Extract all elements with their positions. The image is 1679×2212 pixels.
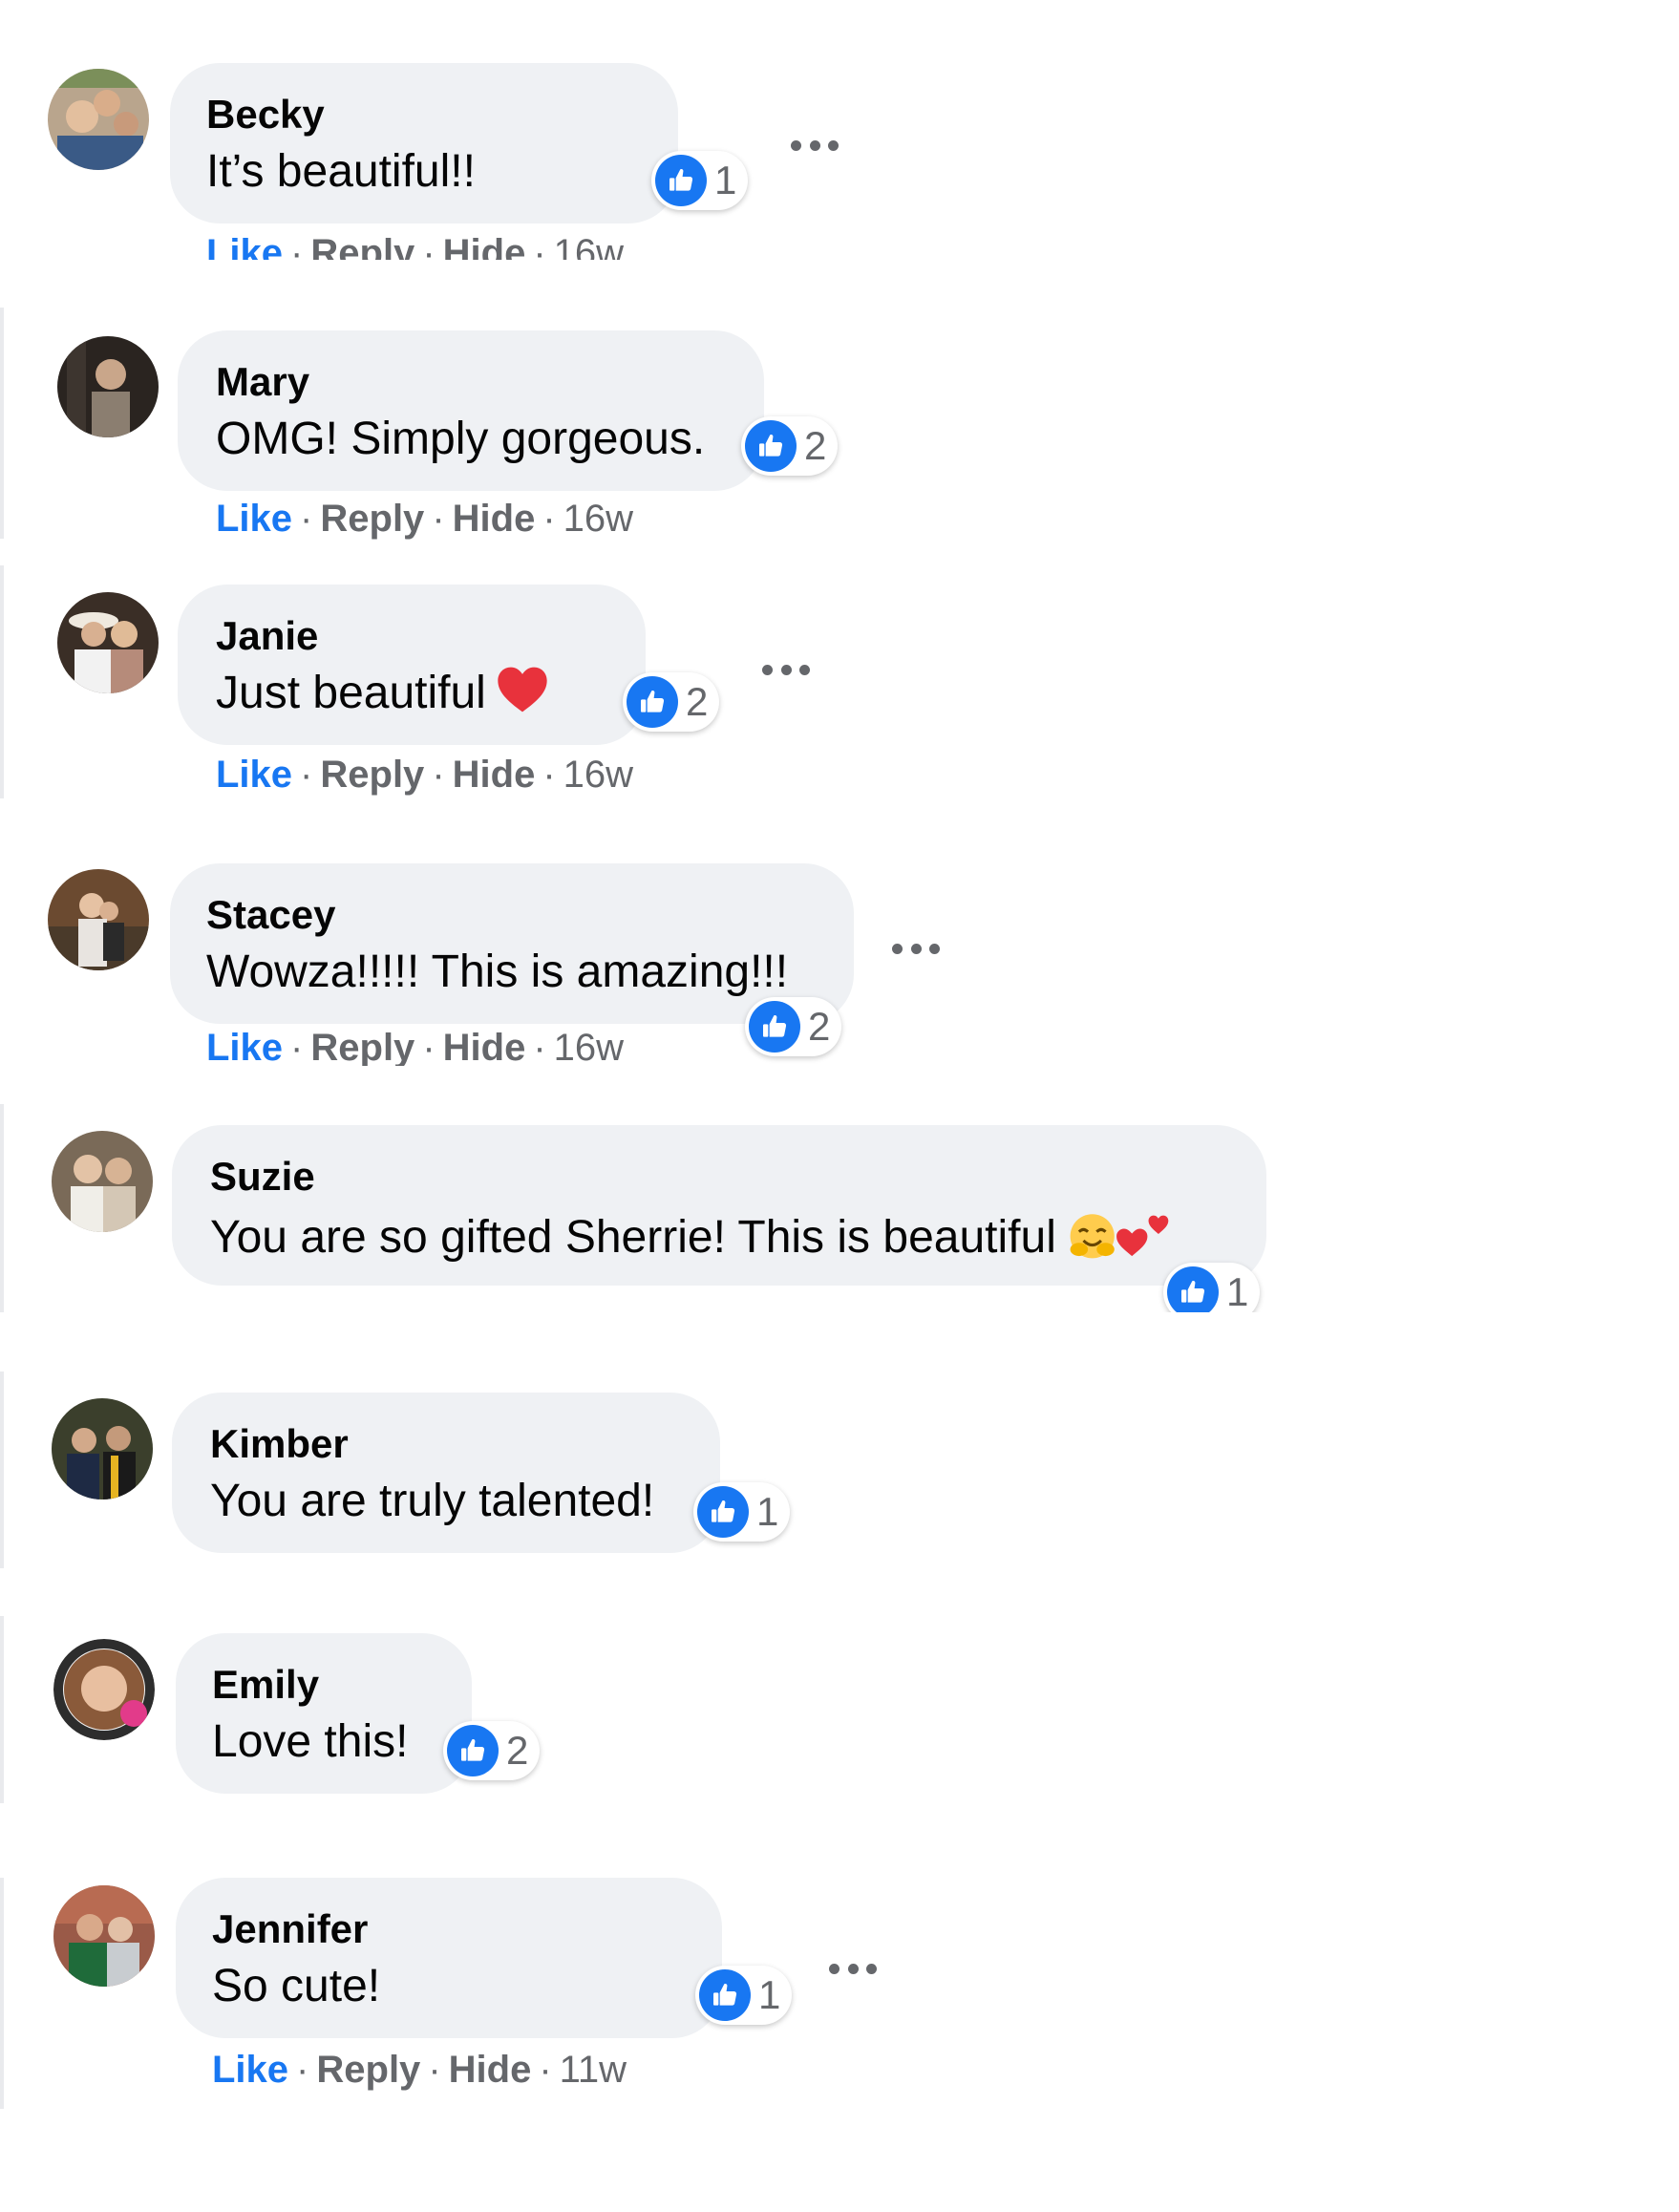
- comment-bubble: Suzie You are so gifted Sherrie! This is…: [172, 1125, 1266, 1286]
- avatar[interactable]: [57, 592, 159, 693]
- comment-emily: Emily Love this! 2: [0, 1616, 1679, 1803]
- comment-text: You are so gifted Sherrie! This is beaut…: [210, 1207, 1180, 1273]
- reaction-count: 2: [804, 423, 827, 468]
- author-name[interactable]: Mary: [216, 359, 309, 405]
- comment-text: You are truly talented!: [210, 1476, 655, 1526]
- timestamp[interactable]: 16w: [563, 498, 633, 540]
- reaction-summary[interactable]: 1: [695, 1966, 793, 2025]
- hide-button[interactable]: Hide: [453, 498, 536, 540]
- thumbs-up-icon: [627, 676, 678, 728]
- reaction-summary[interactable]: 2: [443, 1721, 541, 1780]
- reaction-count: 2: [808, 1004, 831, 1049]
- comment-text: Wowza!!!!! This is amazing!!!: [206, 946, 789, 997]
- like-button[interactable]: Like: [216, 754, 292, 796]
- avatar[interactable]: [52, 1398, 153, 1499]
- hide-button[interactable]: Hide: [443, 232, 526, 260]
- author-name[interactable]: Stacey: [206, 892, 335, 938]
- like-button[interactable]: Like: [206, 1027, 283, 1066]
- comment-janie: Janie Just beautiful 2 Like · Reply · Hide · 1…: [0, 565, 1679, 804]
- avatar[interactable]: [53, 1885, 155, 1987]
- comment-bubble: Kimber You are truly talented!: [172, 1393, 720, 1553]
- like-button[interactable]: Like: [206, 232, 283, 260]
- author-name[interactable]: Becky: [206, 92, 325, 138]
- timestamp[interactable]: 16w: [563, 754, 633, 796]
- comment-bubble: Mary OMG! Simply gorgeous.: [178, 330, 764, 491]
- author-name[interactable]: Emily: [212, 1662, 319, 1708]
- timestamp[interactable]: 16w: [554, 232, 624, 260]
- like-button[interactable]: Like: [212, 2049, 288, 2091]
- thumbs-up-icon: [745, 420, 797, 472]
- thumbs-up-icon: [697, 1486, 749, 1538]
- comment-text: OMG! Simply gorgeous.: [216, 414, 706, 464]
- smiling-face-with-open-hands-and-two-hearts-icon: [1066, 1207, 1180, 1273]
- author-name[interactable]: Janie: [216, 613, 318, 659]
- more-options-icon[interactable]: [791, 138, 839, 152]
- reaction-count: 1: [714, 158, 737, 202]
- thumbs-up-icon: [699, 1969, 751, 2021]
- comment-stacey: Stacey Wowza!!!!! This is amazing!!! 2 L…: [0, 839, 1679, 1066]
- reaction-count: 1: [758, 1972, 781, 2017]
- reply-button[interactable]: Reply: [316, 2049, 420, 2091]
- comment-kimber: Kimber You are truly talented! 1: [0, 1372, 1679, 1568]
- reaction-summary[interactable]: 2: [741, 416, 839, 476]
- avatar[interactable]: [52, 1131, 153, 1232]
- reaction-summary[interactable]: 2: [623, 672, 720, 732]
- hide-button[interactable]: Hide: [453, 754, 536, 796]
- reaction-summary[interactable]: 2: [745, 997, 842, 1056]
- reply-button[interactable]: Reply: [320, 754, 424, 796]
- comment-suzie: Suzie You are so gifted Sherrie! This is…: [0, 1104, 1679, 1312]
- reaction-summary[interactable]: 1: [693, 1482, 791, 1542]
- author-name[interactable]: Suzie: [210, 1154, 315, 1200]
- more-options-icon[interactable]: [762, 663, 810, 676]
- red-heart-icon: [496, 665, 549, 727]
- more-options-icon[interactable]: [892, 942, 940, 955]
- more-options-icon[interactable]: [829, 1962, 877, 1975]
- comment-actions: Like · Reply · Hide · 11w: [212, 2049, 627, 2091]
- comment-text: Love this!: [212, 1716, 409, 1767]
- reaction-summary[interactable]: 1: [651, 151, 749, 210]
- avatar[interactable]: [57, 336, 159, 437]
- comment-becky: Becky It’s beautiful!! 1 Like · Reply · Hide…: [0, 38, 1679, 260]
- comment-bubble: Jennifer So cute!: [176, 1878, 722, 2038]
- thumbs-up-icon: [655, 155, 707, 206]
- comment-text: It’s beautiful!!: [206, 146, 476, 197]
- reaction-count: 1: [1226, 1269, 1249, 1312]
- reply-button[interactable]: Reply: [310, 232, 414, 260]
- author-name[interactable]: Kimber: [210, 1421, 349, 1467]
- reaction-count: 1: [756, 1489, 779, 1534]
- reply-button[interactable]: Reply: [310, 1027, 414, 1066]
- comment-actions: Like · Reply · Hide · 16w: [206, 231, 624, 260]
- comment-jennifer: Jennifer So cute! 1 Like · Reply · Hide · 11w: [0, 1878, 1679, 2116]
- comment-bubble: Janie Just beautiful: [178, 585, 646, 745]
- hide-button[interactable]: Hide: [449, 2049, 532, 2091]
- timestamp[interactable]: 16w: [554, 1027, 624, 1066]
- comment-bubble: Stacey Wowza!!!!! This is amazing!!!: [170, 863, 854, 1024]
- reaction-count: 2: [686, 679, 709, 724]
- comment-text: So cute!: [212, 1961, 381, 2011]
- reply-button[interactable]: Reply: [320, 498, 424, 540]
- author-name[interactable]: Jennifer: [212, 1906, 368, 1952]
- comment-text: Just beautiful: [216, 665, 549, 727]
- timestamp[interactable]: 11w: [560, 2049, 627, 2091]
- avatar[interactable]: [48, 869, 149, 970]
- comment-actions: Like · Reply · Hide · 16w: [206, 1026, 624, 1066]
- reaction-summary[interactable]: 1: [1163, 1263, 1261, 1312]
- comment-bubble: Emily Love this!: [176, 1633, 472, 1794]
- comment-bubble: Becky It’s beautiful!!: [170, 63, 678, 223]
- thumbs-up-icon: [749, 1001, 800, 1053]
- comment-actions: Like · Reply · Hide · 16w: [216, 754, 634, 796]
- like-button[interactable]: Like: [216, 498, 292, 540]
- avatar[interactable]: [48, 69, 149, 170]
- comment-mary: Mary OMG! Simply gorgeous. 2 Like · Reply ·…: [0, 308, 1679, 546]
- comment-actions: Like · Reply · Hide · 16w: [216, 498, 634, 540]
- reaction-count: 2: [506, 1728, 529, 1773]
- thumbs-up-icon: [447, 1725, 499, 1776]
- hide-button[interactable]: Hide: [443, 1027, 526, 1066]
- avatar[interactable]: [53, 1639, 155, 1740]
- thumbs-up-icon: [1167, 1266, 1219, 1312]
